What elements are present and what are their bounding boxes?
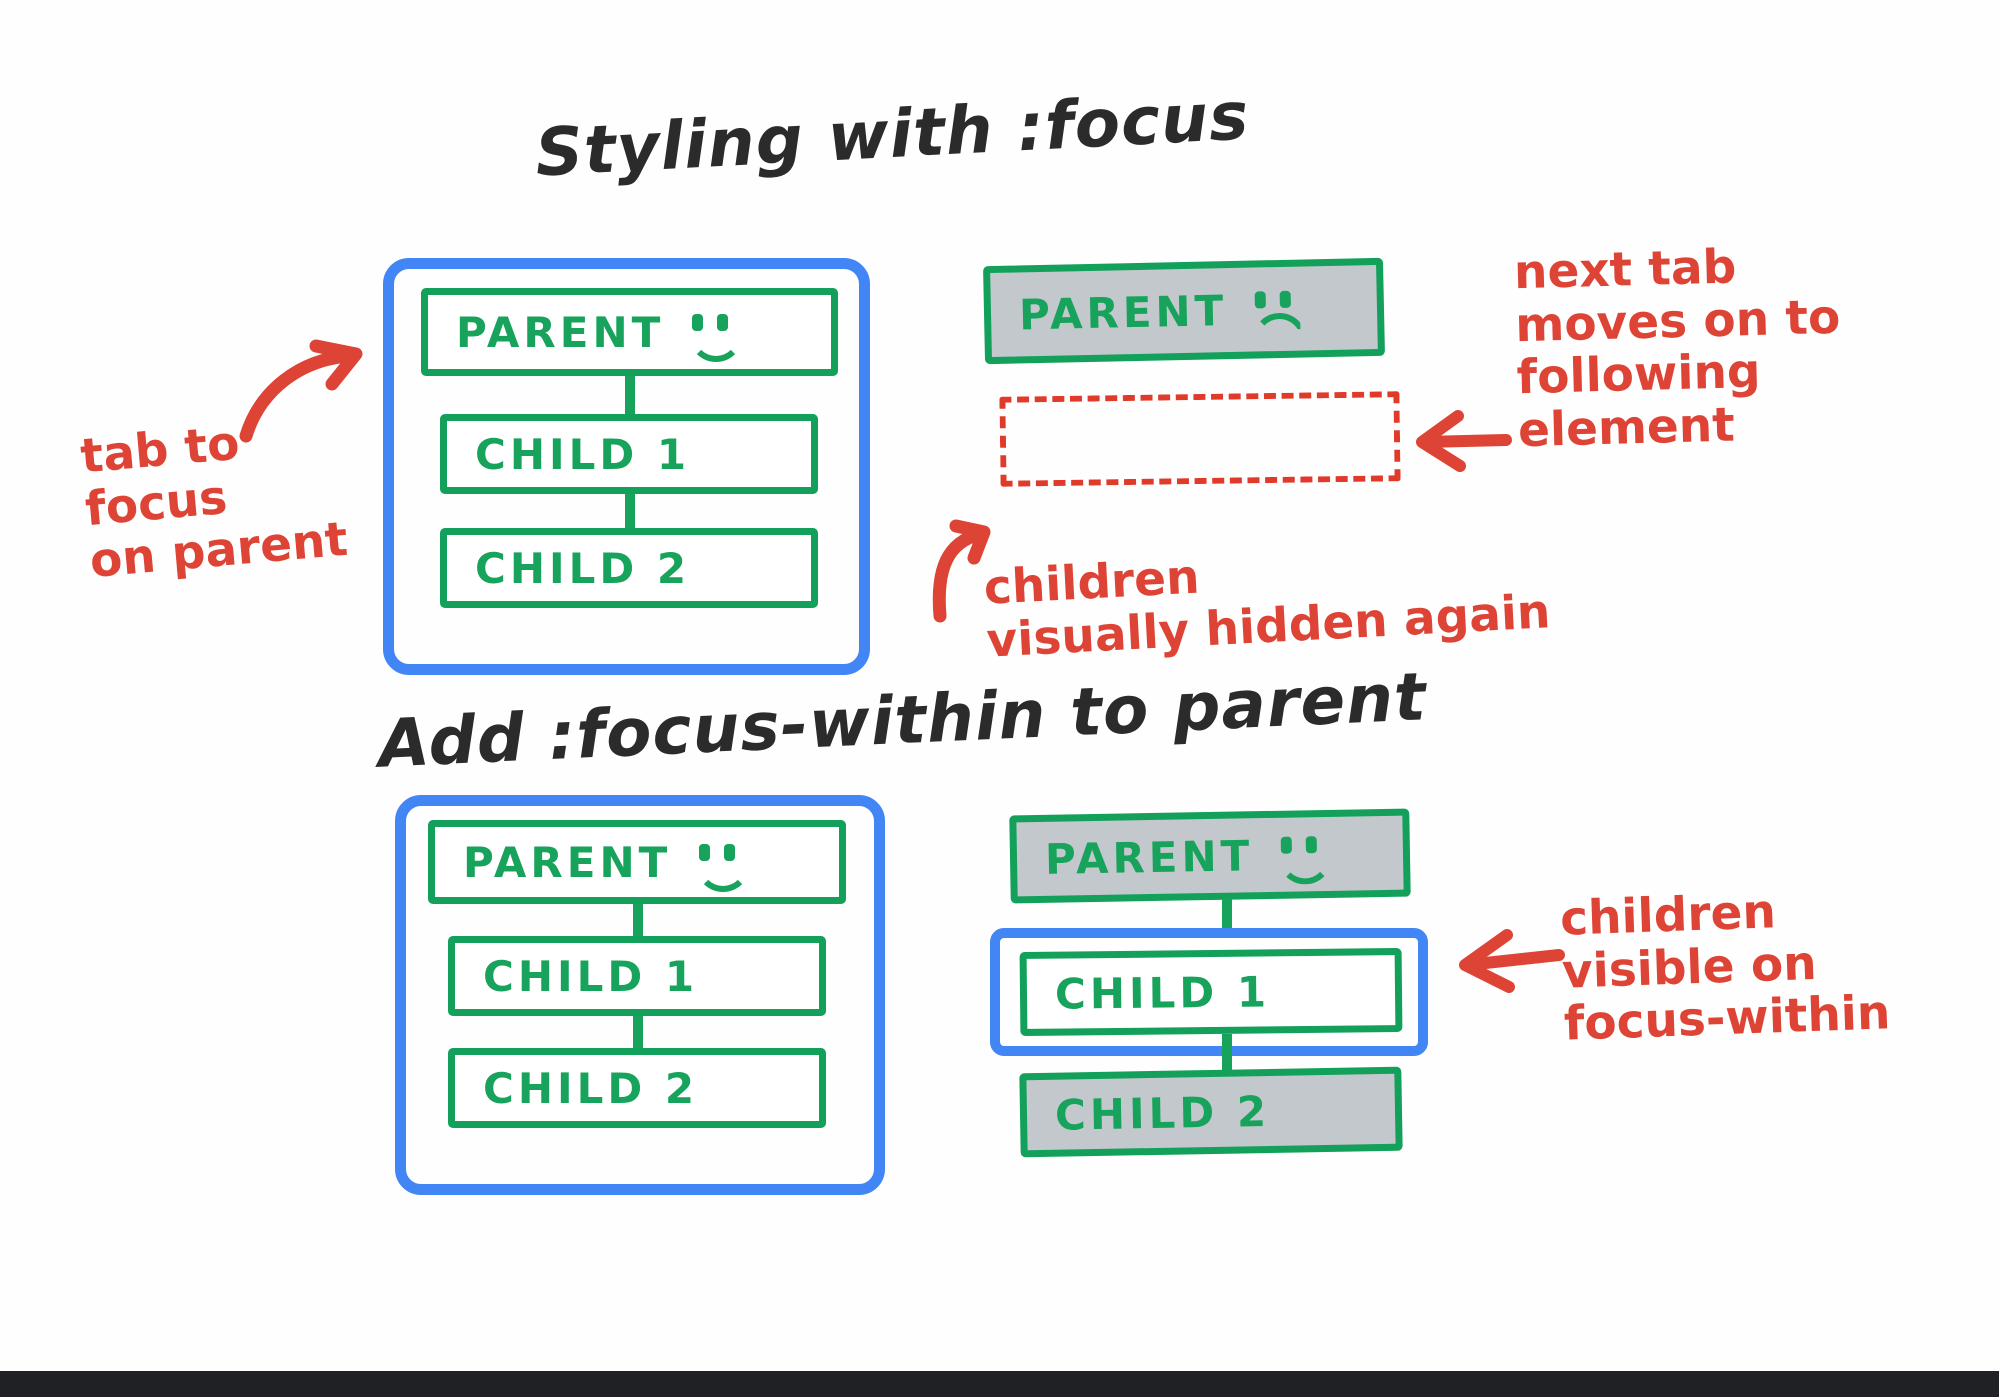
annotation-children-visible: children visible on focus-within	[1559, 884, 1892, 1052]
node-parent-bottom-right[interactable]: PARENT	[1009, 808, 1411, 904]
node-child-1-bottom-right[interactable]: CHILD 1	[1019, 948, 1403, 1036]
connector-line	[1222, 1034, 1232, 1070]
bottom-strip	[0, 1371, 1999, 1397]
annotation-children-hidden: children visually hidden again	[982, 549, 1552, 669]
node-child-2-top-left[interactable]: CHILD 2	[440, 528, 818, 608]
node-label: CHILD 1	[475, 429, 691, 479]
connector-line	[1222, 898, 1232, 930]
node-label: CHILD 2	[1054, 1086, 1271, 1140]
node-parent-top-right[interactable]: PARENT	[983, 257, 1385, 365]
connector-line	[625, 376, 635, 414]
arrow-tab-to-parent-icon	[239, 339, 363, 443]
node-child-1-bottom-left[interactable]: CHILD 1	[448, 936, 826, 1016]
node-child-2-bottom-left[interactable]: CHILD 2	[448, 1048, 826, 1128]
node-label: CHILD 2	[475, 543, 691, 593]
connector-line	[625, 494, 635, 528]
node-child-1-top-left[interactable]: CHILD 1	[440, 414, 818, 494]
node-parent-top-left[interactable]: PARENT	[421, 288, 838, 376]
node-label: PARENT	[1018, 285, 1228, 339]
section-title-focus-within: Add :focus-within to parent	[376, 658, 1429, 783]
smile-icon	[1275, 832, 1333, 885]
connector-line	[633, 1016, 643, 1048]
arrow-to-empty-slot-icon	[1416, 410, 1512, 472]
annotation-next-tab: next tab moves on to following element	[1513, 239, 1841, 459]
node-child-2-bottom-right[interactable]: CHILD 2	[1019, 1066, 1403, 1158]
page-title: Styling with :focus	[533, 77, 1252, 192]
smile-icon	[686, 310, 744, 362]
node-label: PARENT	[456, 307, 665, 357]
node-label: CHILD 1	[483, 951, 699, 1001]
smile-icon	[693, 840, 751, 892]
node-label: CHILD 1	[1054, 966, 1271, 1019]
empty-children-slot	[999, 391, 1401, 487]
node-label: PARENT	[463, 837, 672, 887]
node-label: CHILD 2	[483, 1063, 699, 1113]
node-parent-bottom-left[interactable]: PARENT	[428, 820, 846, 904]
connector-line	[633, 904, 643, 936]
frown-icon	[1249, 287, 1307, 344]
node-label: PARENT	[1044, 830, 1254, 884]
whiteboard-canvas: Styling with :focus PARENT CHILD 1 CHILD…	[0, 0, 1999, 1397]
arrow-children-visible-icon	[1459, 929, 1565, 993]
arrow-children-hidden-icon	[932, 519, 991, 623]
